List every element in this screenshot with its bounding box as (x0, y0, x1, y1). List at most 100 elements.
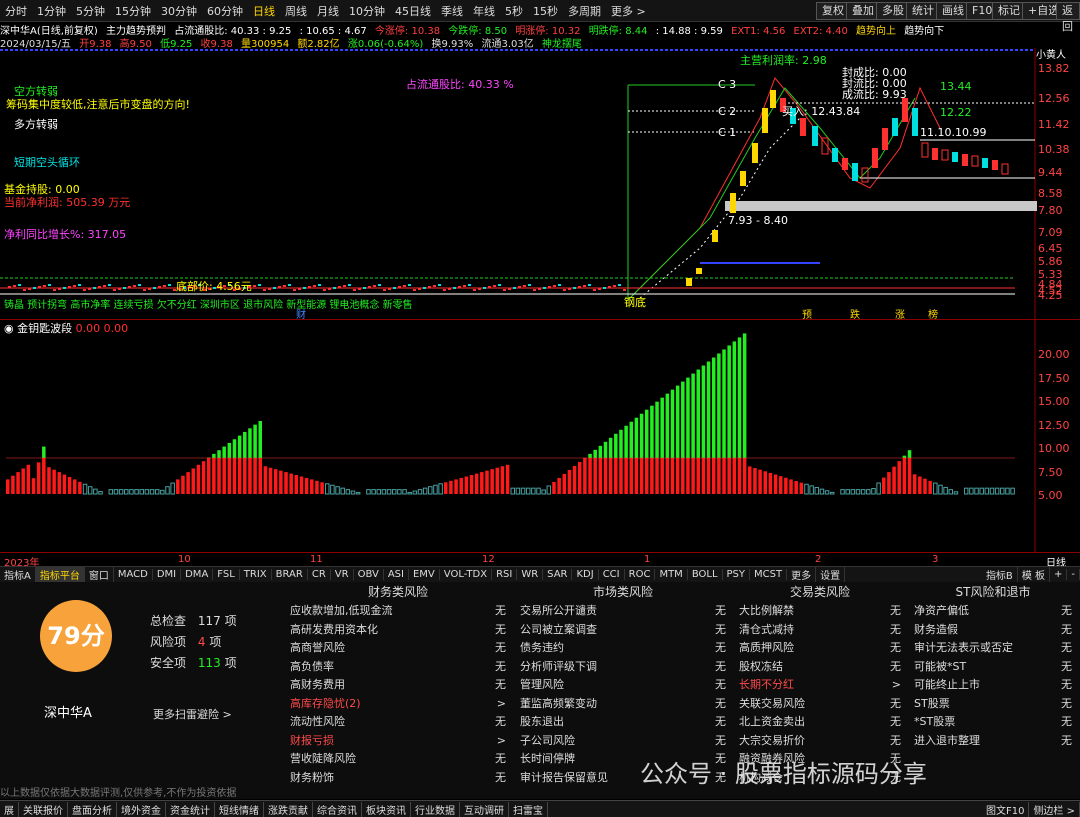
tab-22[interactable]: BOLL (688, 569, 723, 580)
risk-item[interactable]: 关联交易风险 无 (733, 695, 907, 714)
risk-item[interactable]: 公司被立案调查 无 (514, 621, 732, 640)
bottom-tab-10[interactable]: 互动调研 (460, 801, 509, 817)
risk-item[interactable]: 北上资金卖出 无 (733, 713, 907, 732)
tab-2[interactable]: 窗口 (85, 567, 114, 582)
risk-item[interactable]: 流动性风险 无 (284, 713, 512, 732)
tab-26[interactable]: 设置 (816, 567, 846, 582)
tab-12[interactable]: ASI (384, 569, 409, 580)
risk-item[interactable]: 子公司风险 无 (514, 732, 732, 751)
right-button-1[interactable]: 叠加 (846, 2, 880, 20)
risk-item[interactable]: 交易所公开谴责 无 (514, 602, 732, 621)
timeframe-12[interactable]: 年线 (468, 3, 500, 19)
risk-item[interactable]: 审计无法表示或否定 无 (908, 639, 1078, 658)
more-scan-link[interactable]: 更多扫雷避险 > (153, 706, 232, 722)
tab-20[interactable]: ROC (625, 569, 656, 580)
risk-item[interactable]: 财报亏损 > (284, 732, 512, 751)
tab-18[interactable]: KDJ (572, 569, 599, 580)
right-button-0[interactable]: 复权 (816, 2, 850, 20)
bottom-tab-8[interactable]: 板块资讯 (362, 801, 411, 817)
tab-9[interactable]: CR (308, 569, 331, 580)
risk-item[interactable]: 高质押风险 无 (733, 639, 907, 658)
risk-item[interactable]: 高负债率 无 (284, 658, 512, 677)
timeframe-9[interactable]: 10分钟 (344, 3, 390, 19)
timeframe-13[interactable]: 5秒 (500, 3, 528, 19)
tab-21[interactable]: MTM (655, 569, 688, 580)
bottom-right-1[interactable]: 侧边栏 > (1029, 801, 1080, 817)
risk-item[interactable]: 财务造假 无 (908, 621, 1078, 640)
timeframe-6[interactable]: 日线 (248, 3, 280, 19)
timeframe-11[interactable]: 季线 (436, 3, 468, 19)
tab-11[interactable]: OBV (354, 569, 384, 580)
tab-1[interactable]: 指标平台 (35, 567, 85, 582)
indicator-name[interactable]: 主力趋势预判 (106, 26, 166, 35)
timeframe-0[interactable]: 分时 (0, 3, 32, 19)
timeframe-15[interactable]: 多周期 (563, 3, 606, 19)
tab-17[interactable]: SAR (543, 569, 573, 580)
risk-item[interactable]: 管理风险 无 (514, 676, 732, 695)
tab-25[interactable]: 更多 (787, 567, 817, 582)
timeframe-4[interactable]: 30分钟 (156, 3, 202, 19)
timeframe-1[interactable]: 1分钟 (32, 3, 71, 19)
bottom-tab-7[interactable]: 综合资讯 (313, 801, 362, 817)
tab-23[interactable]: PSY (723, 569, 751, 580)
tab-6[interactable]: FSL (213, 569, 240, 580)
bottom-tab-5[interactable]: 短线情绪 (215, 801, 264, 817)
bottom-tab-0[interactable]: 展 (0, 801, 19, 817)
risk-item[interactable]: 高财务费用 无 (284, 676, 512, 695)
risk-item[interactable]: 应收款增加,低现金流 无 (284, 602, 512, 621)
risk-item[interactable]: 大宗交易折价 无 (733, 732, 907, 751)
timeframe-3[interactable]: 15分钟 (110, 3, 156, 19)
risk-item[interactable]: 分析师评级下调 无 (514, 658, 732, 677)
right-button-6[interactable]: 标记 (992, 2, 1026, 20)
tab-right-0[interactable]: 指标B (982, 567, 1018, 582)
tab-7[interactable]: TRIX (240, 569, 272, 580)
right-button-4[interactable]: 画线 (936, 2, 970, 20)
right-button-8[interactable]: 返回 (1056, 2, 1080, 33)
bottom-tab-2[interactable]: 盘面分析 (68, 801, 117, 817)
risk-item[interactable]: 股东退出 无 (514, 713, 732, 732)
risk-item[interactable]: 财务粉饰 无 (284, 769, 512, 788)
tab-right-3[interactable]: - (1067, 569, 1080, 580)
bottom-right-0[interactable]: 图文F10 (982, 801, 1030, 817)
tab-24[interactable]: MCST (750, 569, 788, 580)
right-button-2[interactable]: 多股 (876, 2, 910, 20)
tab-19[interactable]: CCI (599, 569, 625, 580)
bottom-tab-6[interactable]: 涨跌贡献 (264, 801, 313, 817)
tab-13[interactable]: EMV (409, 569, 440, 580)
timeframe-7[interactable]: 周线 (280, 3, 312, 19)
main-chart-pane[interactable]: 空方转弱 筹码集中度较低,注意后市变盘的方向! 多方转弱 短期空头循环 基金持股… (0, 48, 1080, 321)
timeframe-16[interactable]: 更多 > (606, 3, 651, 19)
risk-item[interactable]: 高研发费用资本化 无 (284, 621, 512, 640)
bottom-tab-1[interactable]: 关联报价 (19, 801, 68, 817)
tab-10[interactable]: VR (331, 569, 354, 580)
timeframe-8[interactable]: 月线 (312, 3, 344, 19)
risk-item[interactable]: 可能被*ST 无 (908, 658, 1078, 677)
risk-item[interactable]: 清仓式减持 无 (733, 621, 907, 640)
bottom-tab-11[interactable]: 扫雷宝 (509, 801, 548, 817)
timeframe-5[interactable]: 60分钟 (202, 3, 248, 19)
risk-item[interactable]: 进入退市整理 无 (908, 732, 1078, 751)
risk-item[interactable]: *ST股票 无 (908, 713, 1078, 732)
stock-title[interactable]: 深中华A(日线,前复权) (0, 26, 98, 35)
tab-0[interactable]: 指标A (0, 567, 36, 582)
risk-item[interactable]: 债务违约 无 (514, 639, 732, 658)
timeframe-14[interactable]: 15秒 (528, 3, 563, 19)
bottom-tab-4[interactable]: 资金统计 (166, 801, 215, 817)
bottom-tab-9[interactable]: 行业数据 (411, 801, 460, 817)
sub-chart-pane[interactable]: ◉ 金钥匙波段 0.00 0.00 20.00 17.50 15.00 12.50 10… (0, 320, 1080, 552)
risk-item[interactable]: 可能终止上市 无 (908, 676, 1078, 695)
tab-right-1[interactable]: 模 板 (1018, 567, 1050, 582)
risk-item[interactable]: 营收陡降风险 无 (284, 750, 512, 769)
risk-item[interactable]: 高商誉风险 无 (284, 639, 512, 658)
tab-3[interactable]: MACD (114, 569, 153, 580)
bottom-tab-3[interactable]: 境外资金 (117, 801, 166, 817)
tab-14[interactable]: VOL-TDX (440, 569, 493, 580)
tab-right-2[interactable]: + (1050, 569, 1068, 580)
tab-5[interactable]: DMA (181, 569, 214, 580)
risk-item[interactable]: 高库存隐忧(2) > (284, 695, 512, 714)
risk-item[interactable]: 股权冻结 无 (733, 658, 907, 677)
timeframe-2[interactable]: 5分钟 (71, 3, 110, 19)
tab-4[interactable]: DMI (153, 569, 182, 580)
risk-item[interactable]: 大比例解禁 无 (733, 602, 907, 621)
risk-item[interactable]: 董监高频繁变动 无 (514, 695, 732, 714)
